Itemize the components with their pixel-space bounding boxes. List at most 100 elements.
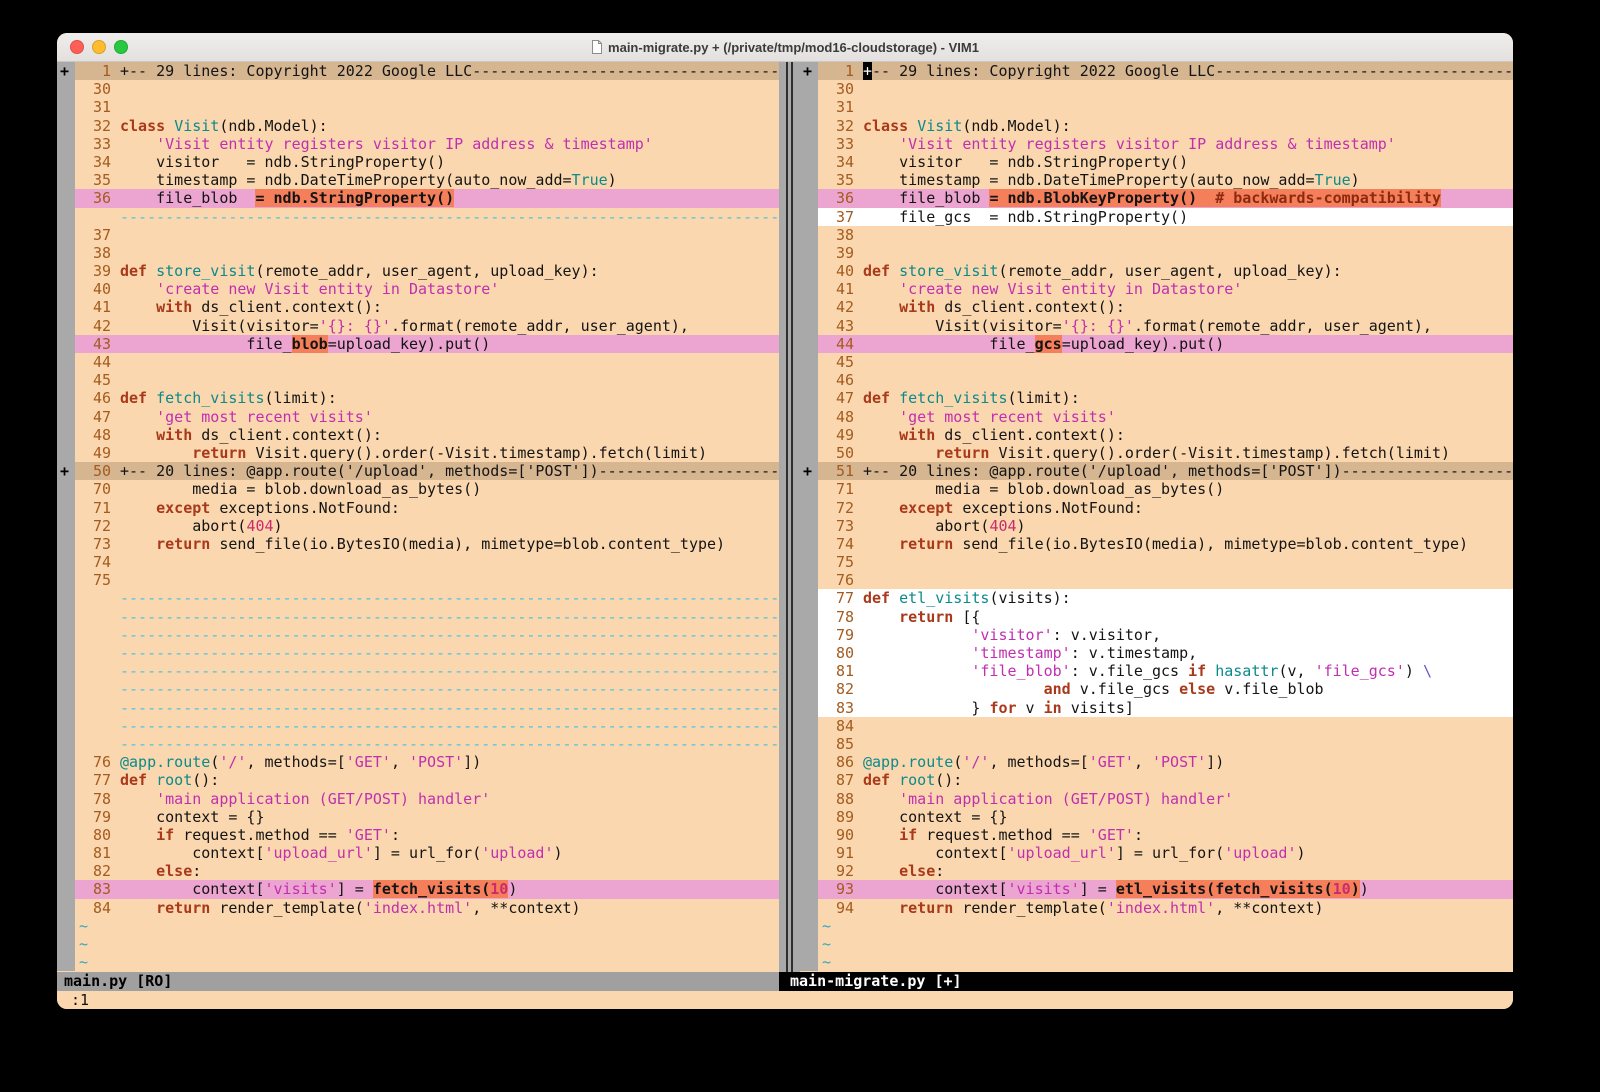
code-line[interactable]: 93 context['visits'] = etl_visits(fetch_… (800, 880, 1513, 898)
code-line[interactable]: 90 if request.method == 'GET': (800, 826, 1513, 844)
code-line[interactable]: 75 (57, 571, 779, 589)
code-line[interactable]: 91 context['upload_url'] = url_for('uplo… (800, 844, 1513, 862)
code-line[interactable]: 36 file_blob = ndb.BlobKeyProperty() # b… (800, 189, 1513, 207)
code-line[interactable]: 48 'get most recent visits' (800, 408, 1513, 426)
code-line[interactable]: 35 timestamp = ndb.DateTimeProperty(auto… (57, 171, 779, 189)
code-line[interactable]: 46 (800, 371, 1513, 389)
diff-filler-line[interactable]: ----------------------------------------… (57, 208, 779, 226)
code-line[interactable]: 35 timestamp = ndb.DateTimeProperty(auto… (800, 171, 1513, 189)
fold-column[interactable]: + (800, 62, 818, 80)
code-line[interactable]: 44 file_gcs=upload_key).put() (800, 335, 1513, 353)
code-line[interactable]: 44 (57, 353, 779, 371)
code-line[interactable]: 83 } for v in visits] (800, 699, 1513, 717)
code-line[interactable]: 34 visitor = ndb.StringProperty() (800, 153, 1513, 171)
code-line[interactable]: 33 'Visit entity registers visitor IP ad… (57, 135, 779, 153)
code-line[interactable]: 31 (800, 98, 1513, 116)
empty-buffer-line[interactable]: ~ (57, 917, 779, 935)
empty-buffer-line[interactable]: ~ (57, 935, 779, 953)
empty-buffer-line[interactable]: ~ (800, 935, 1513, 953)
code-line[interactable]: 40 'create new Visit entity in Datastore… (57, 280, 779, 298)
code-line[interactable]: 38 (57, 244, 779, 262)
code-line[interactable]: 43 file_blob=upload_key).put() (57, 335, 779, 353)
code-line[interactable]: 50 return Visit.query().order(-Visit.tim… (800, 444, 1513, 462)
folded-line[interactable]: +1+-- 29 lines: Copyright 2022 Google LL… (57, 62, 779, 80)
code-line[interactable]: 74 return send_file(io.BytesIO(media), m… (800, 535, 1513, 553)
code-line[interactable]: 37 (57, 226, 779, 244)
code-line[interactable]: 31 (57, 98, 779, 116)
diff-filler-line[interactable]: ----------------------------------------… (57, 699, 779, 717)
diff-filler-line[interactable]: ----------------------------------------… (57, 589, 779, 607)
code-line[interactable]: 36 file_blob = ndb.StringProperty() (57, 189, 779, 207)
code-line[interactable]: 45 (57, 371, 779, 389)
code-line[interactable]: 34 visitor = ndb.StringProperty() (57, 153, 779, 171)
code-line[interactable]: 83 context['visits'] = fetch_visits(10) (57, 880, 779, 898)
right-status-bar[interactable]: main-migrate.py [+] (779, 972, 1513, 991)
code-line[interactable]: 47def fetch_visits(limit): (800, 389, 1513, 407)
code-line[interactable]: 30 (800, 80, 1513, 98)
code-line[interactable]: 76 (800, 571, 1513, 589)
code-line[interactable]: 78 'main application (GET/POST) handler' (57, 790, 779, 808)
code-line[interactable]: 30 (57, 80, 779, 98)
code-line[interactable]: 86@app.route('/', methods=['GET', 'POST'… (800, 753, 1513, 771)
code-line[interactable]: 75 (800, 553, 1513, 571)
code-line[interactable]: 40def store_visit(remote_addr, user_agen… (800, 262, 1513, 280)
code-line[interactable]: 94 return render_template('index.html', … (800, 899, 1513, 917)
code-line[interactable]: 42 with ds_client.context(): (800, 298, 1513, 316)
code-line[interactable]: 33 'Visit entity registers visitor IP ad… (800, 135, 1513, 153)
diff-filler-line[interactable]: ----------------------------------------… (57, 662, 779, 680)
code-line[interactable]: 45 (800, 353, 1513, 371)
code-line[interactable]: 77def etl_visits(visits): (800, 589, 1513, 607)
right-editor-pane[interactable]: +1+-- 29 lines: Copyright 2022 Google LL… (800, 62, 1513, 972)
fold-column[interactable]: + (800, 462, 818, 480)
code-line[interactable]: 84 return render_template('index.html', … (57, 899, 779, 917)
code-line[interactable]: 82 and v.file_gcs else v.file_blob (800, 680, 1513, 698)
code-line[interactable]: 88 'main application (GET/POST) handler' (800, 790, 1513, 808)
diff-filler-line[interactable]: ----------------------------------------… (57, 644, 779, 662)
code-line[interactable]: 72 except exceptions.NotFound: (800, 499, 1513, 517)
empty-buffer-line[interactable]: ~ (800, 953, 1513, 971)
code-line[interactable]: 79 'visitor': v.visitor, (800, 626, 1513, 644)
diff-filler-line[interactable]: ----------------------------------------… (57, 680, 779, 698)
diff-filler-line[interactable]: ----------------------------------------… (57, 608, 779, 626)
code-line[interactable]: 43 Visit(visitor='{}: {}'.format(remote_… (800, 317, 1513, 335)
code-line[interactable]: 79 context = {} (57, 808, 779, 826)
diff-filler-line[interactable]: ----------------------------------------… (57, 717, 779, 735)
code-line[interactable]: 81 'file_blob': v.file_gcs if hasattr(v,… (800, 662, 1513, 680)
code-line[interactable]: 80 'timestamp': v.timestamp, (800, 644, 1513, 662)
code-line[interactable]: 49 with ds_client.context(): (800, 426, 1513, 444)
code-line[interactable]: 32class Visit(ndb.Model): (57, 117, 779, 135)
code-line[interactable]: 73 return send_file(io.BytesIO(media), m… (57, 535, 779, 553)
code-line[interactable]: 70 media = blob.download_as_bytes() (57, 480, 779, 498)
code-line[interactable]: 77def root(): (57, 771, 779, 789)
code-line[interactable]: 81 context['upload_url'] = url_for('uplo… (57, 844, 779, 862)
code-line[interactable]: 41 with ds_client.context(): (57, 298, 779, 316)
code-line[interactable]: 73 abort(404) (800, 517, 1513, 535)
code-line[interactable]: 80 if request.method == 'GET': (57, 826, 779, 844)
zoom-button[interactable] (114, 40, 128, 54)
code-line[interactable]: 39 (800, 244, 1513, 262)
fold-column[interactable]: + (57, 62, 75, 80)
code-line[interactable]: 39def store_visit(remote_addr, user_agen… (57, 262, 779, 280)
left-status-bar[interactable]: main.py [RO] (57, 972, 779, 991)
code-line[interactable]: 46def fetch_visits(limit): (57, 389, 779, 407)
folded-line[interactable]: +1+-- 29 lines: Copyright 2022 Google LL… (800, 62, 1513, 80)
code-line[interactable]: 42 Visit(visitor='{}: {}'.format(remote_… (57, 317, 779, 335)
code-line[interactable]: 76@app.route('/', methods=['GET', 'POST'… (57, 753, 779, 771)
code-line[interactable]: 48 with ds_client.context(): (57, 426, 779, 444)
code-line[interactable]: 92 else: (800, 862, 1513, 880)
fold-column[interactable]: + (57, 462, 75, 480)
minimize-button[interactable] (92, 40, 106, 54)
code-line[interactable]: 37 file_gcs = ndb.StringProperty() (800, 208, 1513, 226)
empty-buffer-line[interactable]: ~ (800, 917, 1513, 935)
folded-line[interactable]: +50+-- 20 lines: @app.route('/upload', m… (57, 462, 779, 480)
vertical-split-separator[interactable] (779, 62, 800, 972)
code-line[interactable]: 38 (800, 226, 1513, 244)
left-editor-pane[interactable]: +1+-- 29 lines: Copyright 2022 Google LL… (57, 62, 779, 972)
close-button[interactable] (70, 40, 84, 54)
code-line[interactable]: 72 abort(404) (57, 517, 779, 535)
code-line[interactable]: 41 'create new Visit entity in Datastore… (800, 280, 1513, 298)
diff-filler-line[interactable]: ----------------------------------------… (57, 735, 779, 753)
code-line[interactable]: 85 (800, 735, 1513, 753)
code-line[interactable]: 71 except exceptions.NotFound: (57, 499, 779, 517)
command-line[interactable]: :1 (57, 991, 1513, 1009)
